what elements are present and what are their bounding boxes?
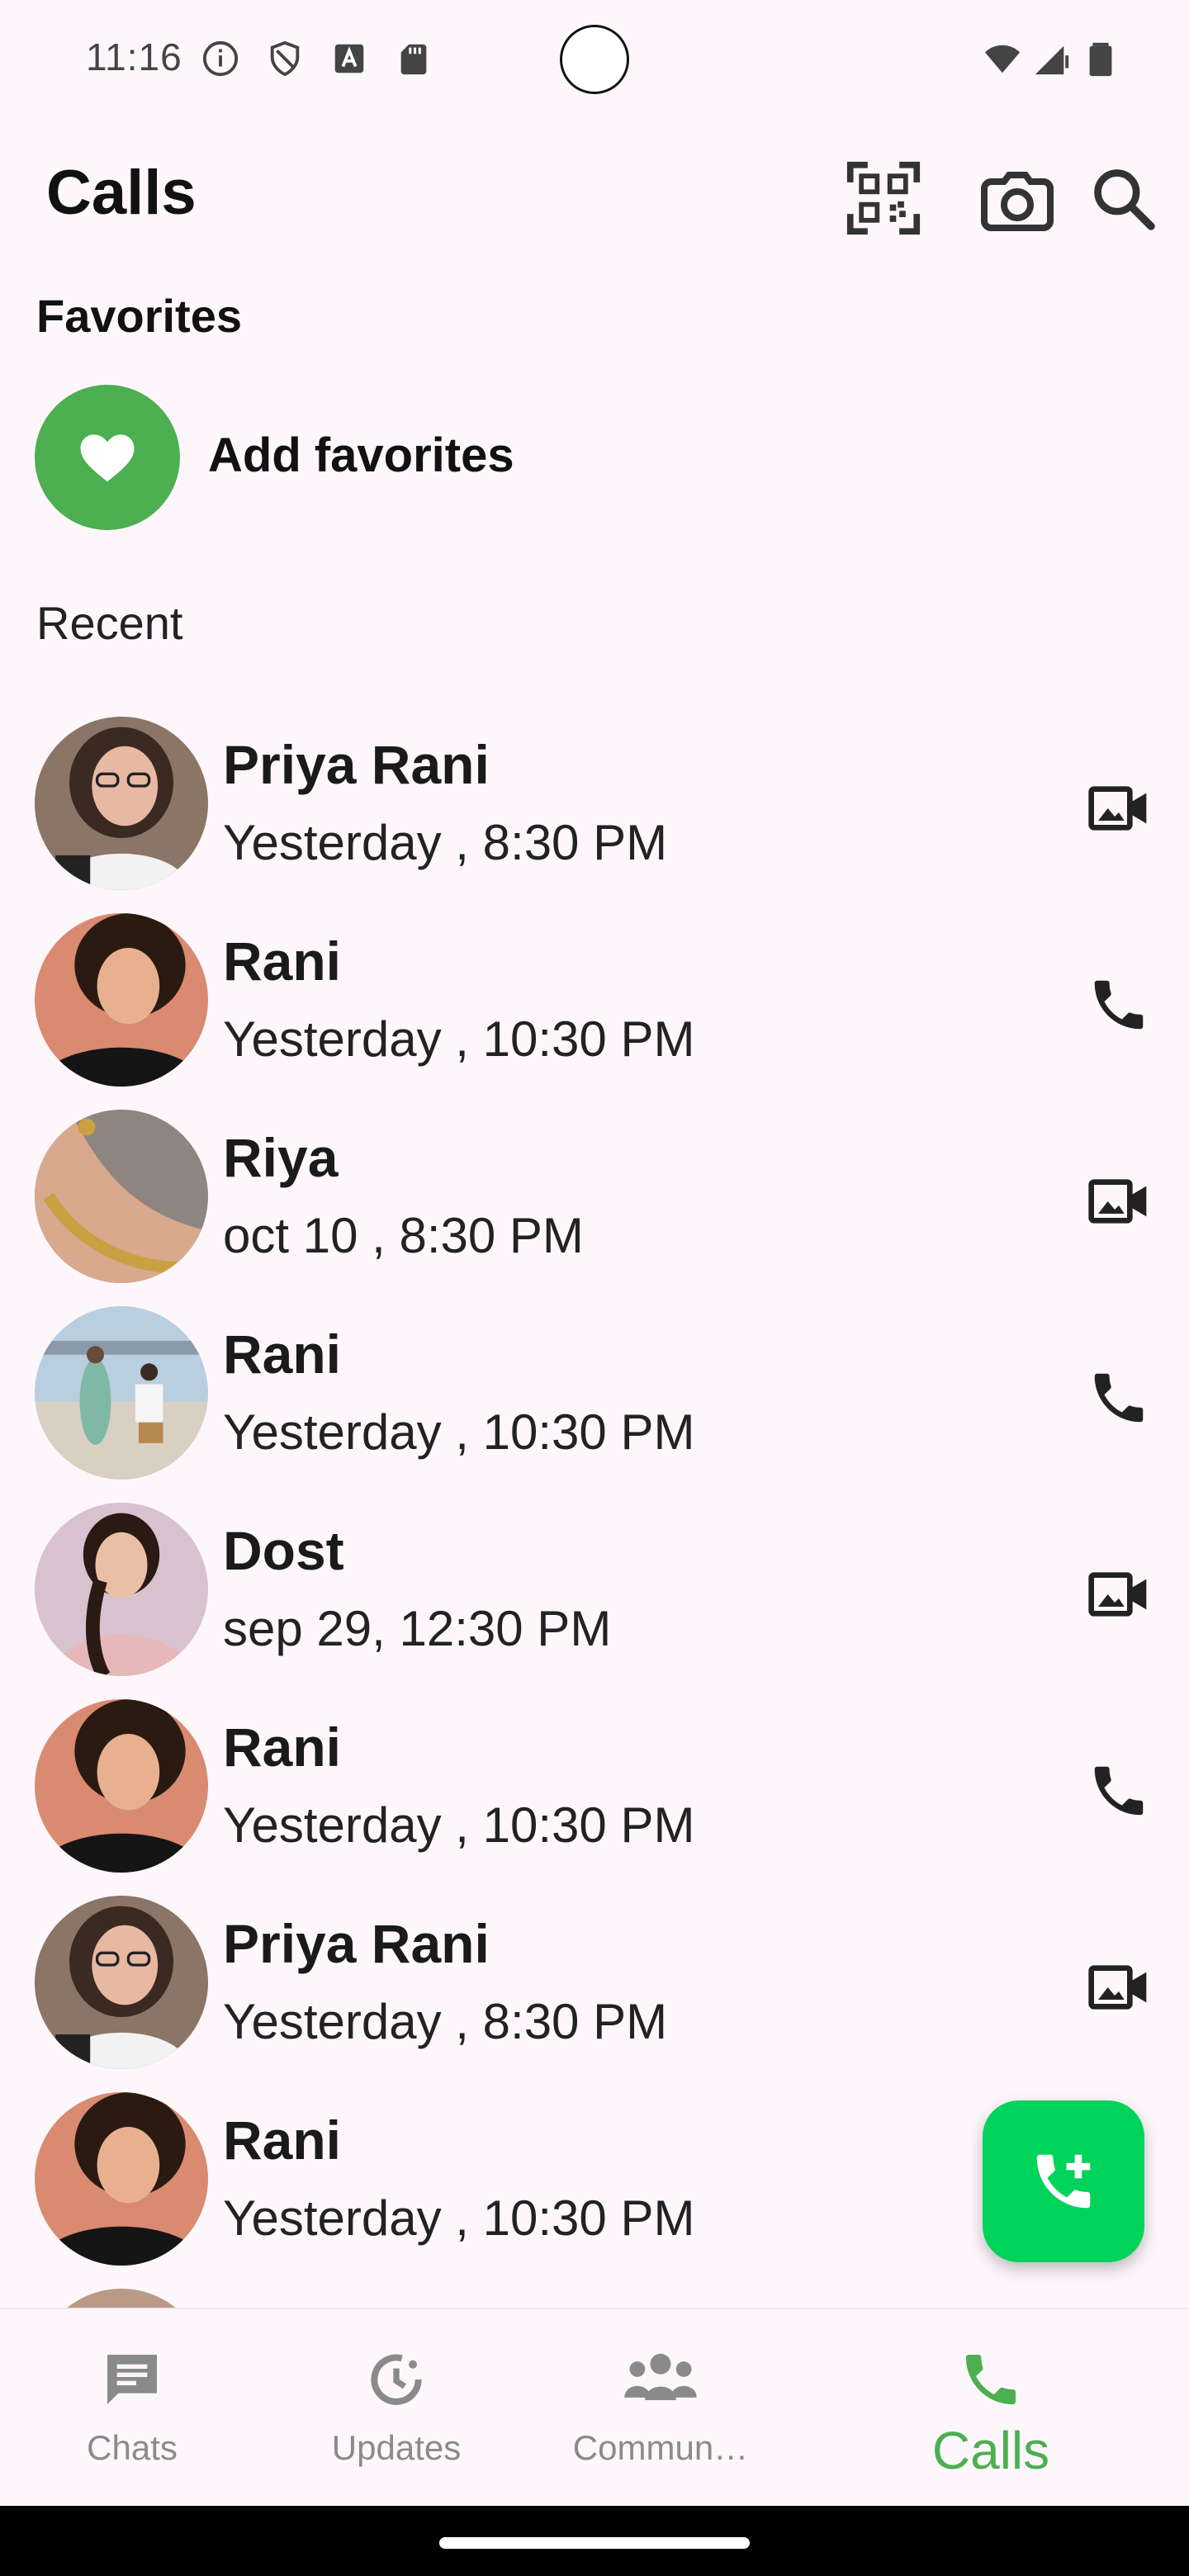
chat-icon: [91, 2342, 173, 2417]
bottom-nav: Chats Updates Commun… Calls: [0, 2308, 1189, 2506]
nav-updates[interactable]: Updates: [272, 2342, 520, 2491]
home-gesture-handle[interactable]: [439, 2537, 750, 2549]
search-icon[interactable]: [1082, 157, 1164, 239]
voice-call-icon[interactable]: [1073, 1745, 1164, 1836]
avatar[interactable]: [35, 717, 208, 890]
call-row[interactable]: Dost sep 29, 12:30 PM: [0, 1496, 1189, 1693]
call-row[interactable]: Priya Rani Yesterday , 8:30 PM: [0, 1889, 1189, 2086]
camera-icon[interactable]: [976, 157, 1059, 239]
avatar[interactable]: [35, 2289, 208, 2308]
signal-icon: [1032, 40, 1070, 78]
video-call-icon[interactable]: [1073, 1942, 1164, 2033]
call-row[interactable]: [0, 2282, 1189, 2308]
camera-cutout: [560, 25, 629, 94]
favorites-heading: Favorites: [36, 290, 242, 342]
call-name: Rani: [223, 1324, 342, 1385]
nav-communities-label: Commun…: [572, 2428, 749, 2467]
page-title: Calls: [46, 158, 197, 228]
call-name: Priya Rani: [223, 1913, 490, 1974]
nav-chats-label: Chats: [87, 2428, 178, 2467]
nav-communities[interactable]: Commun…: [537, 2342, 784, 2491]
call-name: Rani: [223, 930, 342, 992]
video-call-icon[interactable]: [1073, 1549, 1164, 1640]
new-call-fab[interactable]: [983, 2100, 1144, 2262]
call-name: Riya: [223, 1127, 339, 1188]
call-time: Yesterday , 10:30 PM: [223, 1404, 695, 1460]
sd-card-icon: [395, 40, 433, 78]
updates-icon: [355, 2342, 438, 2417]
call-time: Yesterday , 10:30 PM: [223, 1011, 695, 1067]
recent-heading: Recent: [36, 597, 183, 649]
call-time: sep 29, 12:30 PM: [223, 1601, 612, 1656]
status-time: 11:16: [86, 36, 182, 78]
avatar[interactable]: [35, 1110, 208, 1283]
call-time: Yesterday , 8:30 PM: [223, 1994, 668, 2049]
call-name: Rani: [223, 2110, 342, 2171]
voice-call-icon[interactable]: [1073, 959, 1164, 1050]
phone-icon: [950, 2342, 1032, 2417]
communities-icon: [619, 2342, 702, 2417]
nav-calls[interactable]: Calls: [867, 2342, 1115, 2491]
call-name: Rani: [223, 1717, 342, 1778]
call-row[interactable]: Priya Rani Yesterday , 8:30 PM: [0, 710, 1189, 907]
battery-icon: [1082, 40, 1120, 78]
video-call-icon[interactable]: [1073, 763, 1164, 854]
nav-chats[interactable]: Chats: [8, 2342, 256, 2491]
status-bar: 11:16: [0, 0, 1189, 116]
recent-calls-list[interactable]: Priya Rani Yesterday , 8:30 PM Rani Yest…: [0, 710, 1189, 2308]
nav-updates-label: Updates: [331, 2428, 462, 2467]
call-time: Yesterday , 8:30 PM: [223, 815, 668, 870]
avatar[interactable]: [35, 1503, 208, 1676]
add-call-icon: [1036, 2154, 1091, 2209]
voice-call-icon[interactable]: [1073, 1352, 1164, 1443]
wifi-icon: [979, 40, 1026, 78]
heart-icon: [80, 434, 135, 482]
call-row[interactable]: Rani Yesterday , 10:30 PM: [0, 1300, 1189, 1496]
avatar[interactable]: [35, 2092, 208, 2266]
info-icon: [201, 40, 239, 78]
avatar[interactable]: [35, 1699, 208, 1873]
call-row[interactable]: Riya oct 10 , 8:30 PM: [0, 1103, 1189, 1300]
avatar[interactable]: [35, 1896, 208, 2069]
font-a-icon: [330, 40, 368, 78]
nav-calls-label: Calls: [931, 2421, 1050, 2480]
gesture-bar: [0, 2506, 1189, 2576]
shield-icon: [266, 40, 304, 78]
call-name: Dost: [223, 1520, 344, 1581]
call-time: oct 10 , 8:30 PM: [223, 1208, 584, 1263]
add-favorites-label[interactable]: Add favorites: [208, 428, 514, 483]
qr-code-icon[interactable]: [842, 157, 925, 239]
avatar[interactable]: [35, 1306, 208, 1480]
add-favorites-button[interactable]: [35, 385, 180, 530]
call-name: Priya Rani: [223, 734, 490, 795]
video-call-icon[interactable]: [1073, 1156, 1164, 1247]
call-row[interactable]: Rani Yesterday , 10:30 PM: [0, 907, 1189, 1103]
call-time: Yesterday , 10:30 PM: [223, 1797, 695, 1853]
call-time: Yesterday , 10:30 PM: [223, 2190, 695, 2246]
avatar[interactable]: [35, 913, 208, 1087]
call-row[interactable]: Rani Yesterday , 10:30 PM: [0, 1693, 1189, 1889]
